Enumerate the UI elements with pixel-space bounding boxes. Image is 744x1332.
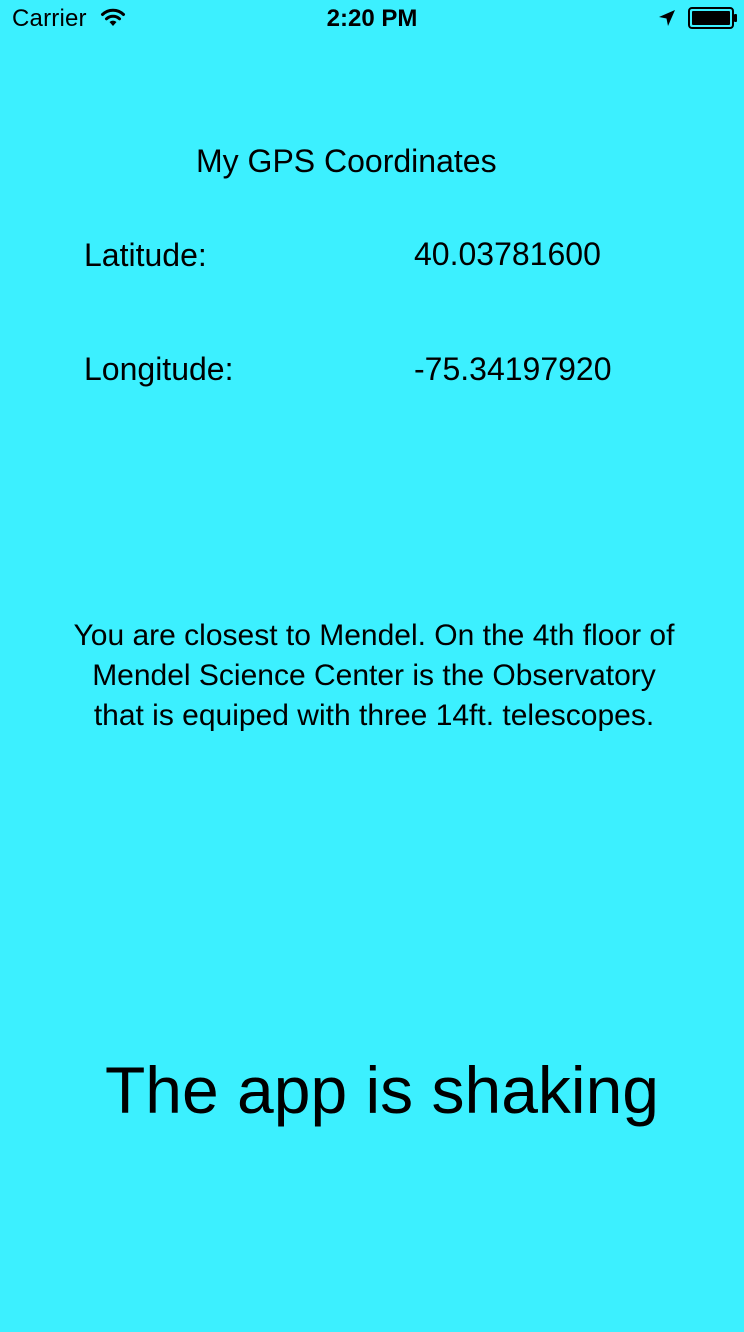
shake-status-label: The app is shaking (104, 1053, 659, 1127)
longitude-label: Longitude: (84, 351, 234, 387)
location-arrow-icon (659, 10, 675, 26)
app-screen: Carrier 2:20 PM My GPS Coordinates Latit… (0, 0, 744, 1332)
longitude-value: -75.34197920 (414, 351, 612, 387)
latitude-value: 40.03781600 (414, 236, 601, 272)
status-bar: Carrier 2:20 PM (0, 0, 744, 40)
battery-icon (688, 7, 737, 29)
closest-location-message: You are closest to Mendel. On the 4th fl… (73, 619, 675, 732)
latitude-label: Latitude: (84, 237, 207, 273)
page-title: My GPS Coordinates (196, 143, 497, 179)
status-time: 2:20 PM (326, 5, 418, 32)
